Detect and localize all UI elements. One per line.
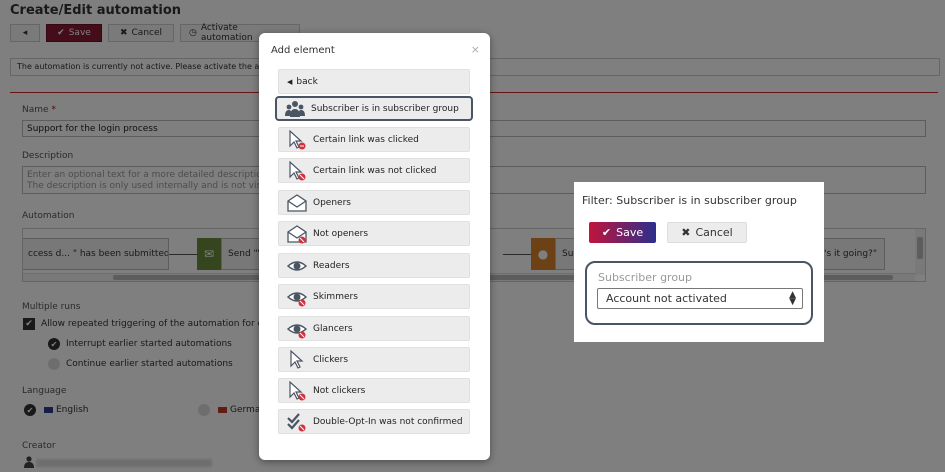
select-arrows-icon: ▲ ▼	[789, 290, 796, 307]
filter-popup: Filter: Subscriber is in subscriber grou…	[574, 182, 824, 342]
element-label: Glancers	[313, 323, 353, 334]
back-element-button[interactable]: ◀ back	[278, 69, 470, 94]
subscriber-group-select[interactable]: Account not activated ▲ ▼	[597, 288, 803, 309]
back-icon: ◀	[287, 77, 293, 86]
element-label: Skimmers	[313, 291, 358, 302]
check-icon: ✔	[601, 226, 612, 239]
not-clickers-element-button[interactable]: Not clickers	[278, 378, 470, 403]
element-label: Clickers	[313, 354, 349, 365]
element-label: Double-Opt-In was not confirmed	[313, 416, 463, 427]
envelope-icon	[287, 193, 307, 212]
check-not-icon	[287, 412, 306, 431]
glancers-element-button[interactable]: Glancers	[278, 316, 470, 341]
eye-skim-icon	[287, 291, 307, 306]
subscriber-group-element-button[interactable]: Subscriber is in subscriber group	[275, 96, 473, 121]
cursor-icon	[290, 349, 304, 369]
envelope-not-icon	[287, 224, 307, 243]
skimmers-element-button[interactable]: Skimmers	[278, 284, 470, 309]
modal-title: Add element	[271, 45, 335, 56]
close-icon[interactable]: ×	[471, 43, 480, 56]
filter-cancel-label: Cancel	[695, 226, 733, 239]
subscriber-group-value: Account not activated	[606, 292, 727, 305]
eye-glance-icon	[287, 323, 307, 338]
filter-save-button[interactable]: ✔ Save	[589, 222, 656, 243]
element-label: Certain link was not clicked	[313, 165, 437, 176]
not-openers-element-button[interactable]: Not openers	[278, 221, 470, 246]
readers-element-button[interactable]: Readers	[278, 253, 470, 278]
cursor-not-icon	[289, 380, 306, 400]
add-element-modal: Add element × ◀ back Subscriber is in su…	[259, 33, 490, 460]
element-label: back	[296, 76, 318, 87]
element-label: Openers	[313, 197, 351, 208]
link-not-clicked-element-button[interactable]: Certain link was not clicked	[278, 158, 470, 183]
element-label: Not clickers	[313, 385, 366, 396]
element-label: Readers	[313, 260, 350, 271]
cursor-click-icon	[289, 129, 306, 149]
filter-save-label: Save	[616, 226, 644, 239]
openers-element-button[interactable]: Openers	[278, 190, 470, 215]
element-label: Subscriber is in subscriber group	[311, 103, 459, 114]
group-icon	[285, 100, 305, 117]
element-label: Certain link was clicked	[313, 134, 419, 145]
eye-icon	[287, 260, 307, 271]
subscriber-group-fieldset: Subscriber group Account not activated ▲…	[585, 261, 813, 325]
filter-title: Filter: Subscriber is in subscriber grou…	[582, 194, 797, 207]
clickers-element-button[interactable]: Clickers	[278, 347, 470, 372]
link-clicked-element-button[interactable]: Certain link was clicked	[278, 127, 470, 152]
close-icon: ✖	[681, 226, 691, 239]
cursor-not-click-icon	[289, 160, 306, 180]
double-opt-in-element-button[interactable]: Double-Opt-In was not confirmed	[278, 409, 470, 434]
filter-cancel-button[interactable]: ✖ Cancel	[667, 222, 747, 243]
subscriber-group-label: Subscriber group	[598, 271, 693, 284]
element-label: Not openers	[313, 228, 369, 239]
